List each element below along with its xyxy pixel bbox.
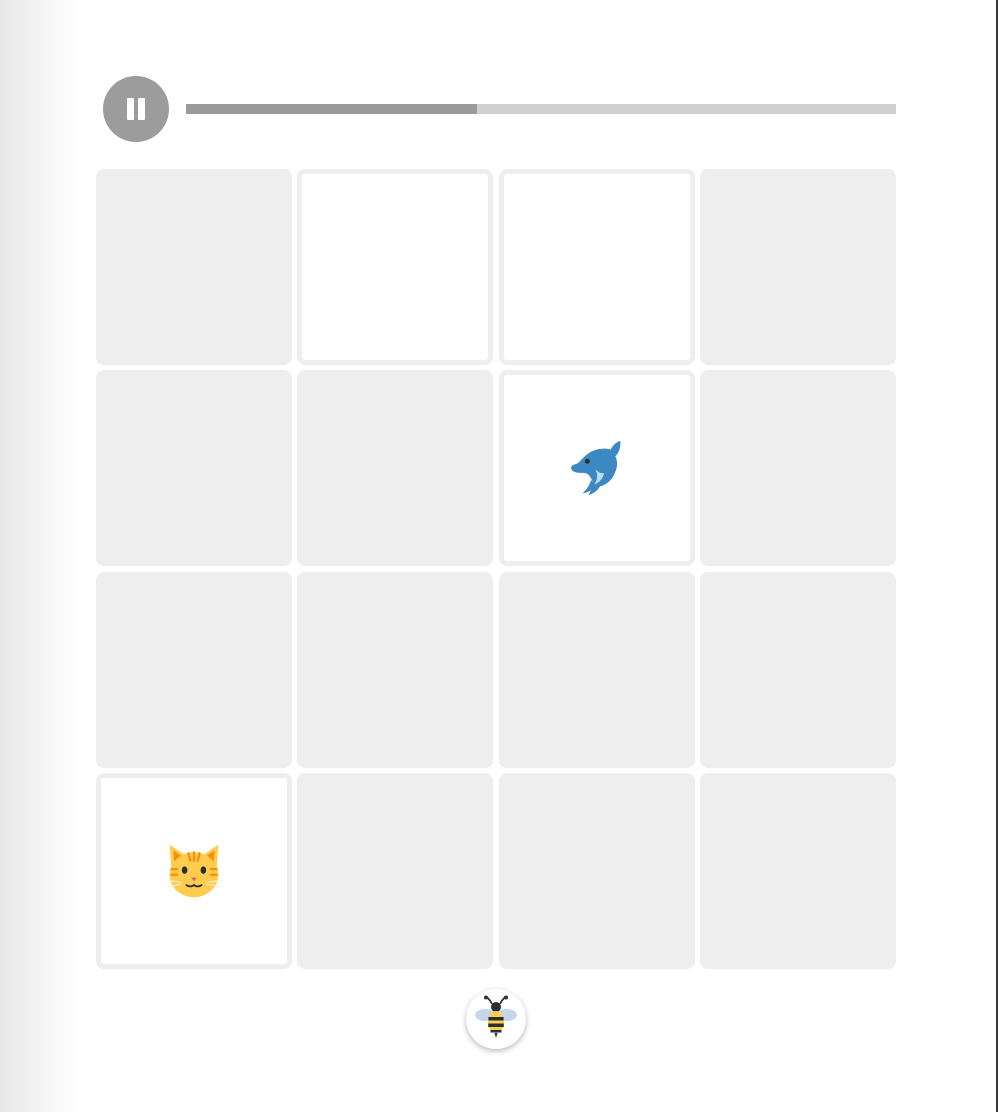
tile-r1-c1[interactable]: [96, 169, 292, 365]
pause-icon-bar-right: [138, 98, 145, 120]
left-shadow: [0, 0, 80, 1112]
tile-r1-c3[interactable]: [498, 169, 695, 365]
tile-r2-c2[interactable]: [297, 370, 494, 567]
tile-r2-c4[interactable]: [699, 370, 896, 567]
tile-r4-c1[interactable]: [96, 772, 292, 969]
tile-r3-c1[interactable]: [96, 571, 292, 768]
timer-progress-fill: [186, 104, 478, 114]
memory-grid: [96, 169, 896, 969]
tile-r1-c2[interactable]: [297, 169, 494, 365]
tile-r4-c3[interactable]: [498, 772, 695, 969]
tile-r3-c4[interactable]: [699, 571, 896, 768]
pause-button[interactable]: [103, 76, 169, 142]
tile-r3-c3[interactable]: [498, 571, 695, 768]
pause-icon-bar-left: [127, 98, 134, 120]
target-icon-badge: [466, 989, 526, 1049]
tile-r4-c4[interactable]: [699, 772, 896, 969]
tile-r3-c2[interactable]: [297, 571, 494, 768]
tile-r2-c3[interactable]: [498, 370, 695, 567]
bee-icon: [475, 995, 517, 1043]
dolphin-icon: [566, 437, 628, 499]
tile-r4-c2[interactable]: [297, 772, 494, 969]
cat-face-icon: [164, 841, 224, 901]
tile-r1-c4[interactable]: [699, 169, 896, 365]
timer-progress-bar: [186, 104, 896, 114]
tile-r2-c1[interactable]: [96, 370, 292, 567]
